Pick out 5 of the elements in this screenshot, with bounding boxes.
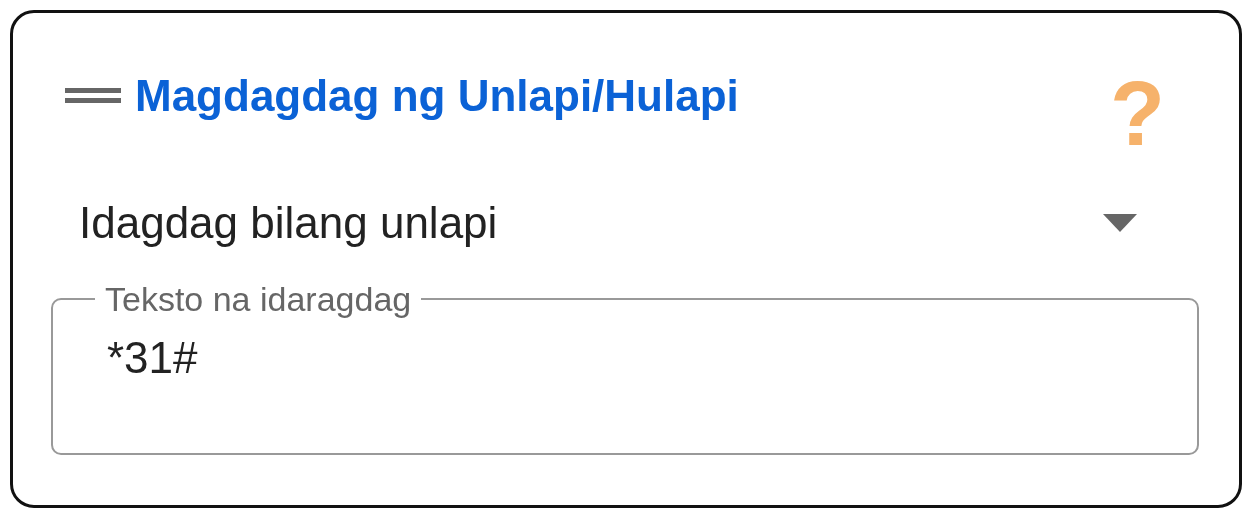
caret-icon [1103, 214, 1137, 232]
mode-dropdown[interactable]: Idagdag bilang unlapi [51, 193, 1199, 253]
field-label: Teksto na idaragdag [104, 279, 413, 319]
drag-handle-icon[interactable] [65, 88, 121, 104]
block-title: Magdagdag ng Unlapi/Hulapi [135, 71, 739, 121]
